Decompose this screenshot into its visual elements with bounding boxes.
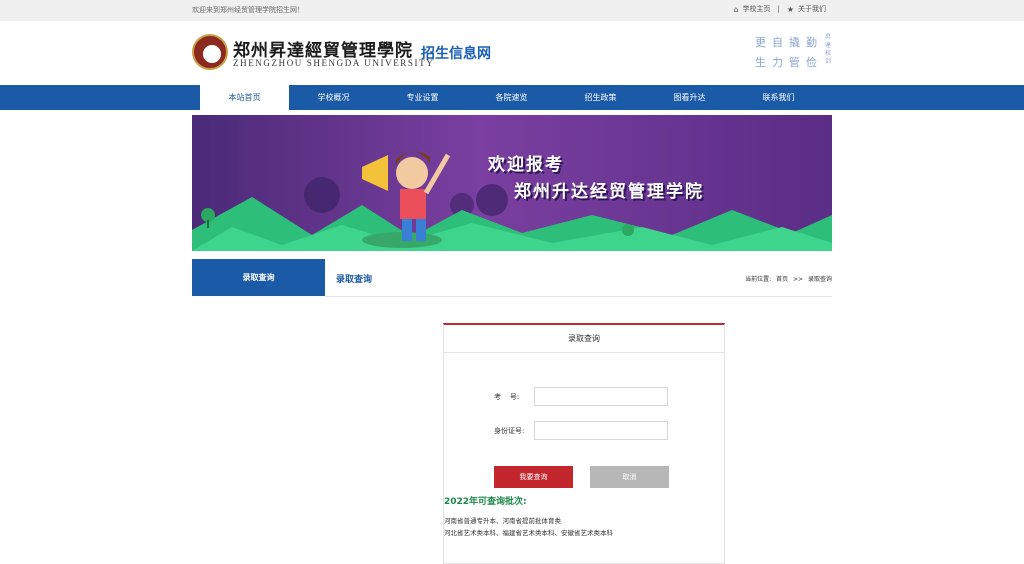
motto-line-1: 更自撬勤 [755, 36, 823, 49]
nav-item-gallery[interactable]: 图看升达 [645, 85, 734, 110]
cancel-button[interactable]: 取消 [590, 466, 669, 488]
star-icon: ★ [786, 4, 794, 14]
section-divider [325, 296, 832, 297]
header [0, 21, 1024, 85]
welcome-text: 欢迎来到郑州经贸管理学院招生网！ [192, 6, 304, 14]
nav-item-overview[interactable]: 学校概况 [289, 85, 378, 110]
main-nav: 本站首页 学校概况 专业设置 各院速览 招生政策 图看升达 联系我们 [0, 85, 1024, 110]
exam-number-label: 考 号: [494, 393, 520, 401]
admission-query-panel: 录取查询 考 号: 身份证号: 我要查询 取消 2022年可查询批次: 河南省普… [443, 323, 725, 564]
motto-line-2: 生力管俭 [755, 56, 823, 69]
breadcrumb: 当前位置: 首页 >> 录取查询 [742, 274, 832, 283]
about-us-link[interactable]: 关于我们 [798, 4, 826, 14]
motto-side-note: 昇達校训 [825, 34, 832, 65]
nav-item-policy[interactable]: 招生政策 [556, 85, 645, 110]
panel-title: 录取查询 [444, 325, 724, 353]
top-links: ⌂ 学校主页 | ★ 关于我们 [733, 4, 826, 14]
content-title: 录取查询 [336, 275, 373, 285]
breadcrumb-separator: >> [793, 276, 804, 283]
top-links-separator: | [777, 5, 780, 13]
side-menu-title: 录取查询 [192, 259, 325, 296]
banner-illustration [192, 151, 832, 251]
banner-line-2: 郑州升达经贸管理学院 [514, 182, 704, 202]
nav-item-home[interactable]: 本站首页 [200, 85, 289, 110]
breadcrumb-prefix: 当前位置: [745, 276, 772, 283]
query-button[interactable]: 我要查询 [494, 466, 573, 488]
query-batch-line: 河北省艺术类本科、福建省艺术类本科、安徽省艺术类本科 [444, 529, 613, 537]
query-batches-title: 2022年可查询批次: [444, 497, 527, 507]
breadcrumb-home-link[interactable]: 首页 [776, 276, 788, 283]
breadcrumb-current: 录取查询 [807, 276, 832, 283]
university-emblem-icon[interactable] [192, 34, 228, 70]
id-number-input[interactable] [534, 421, 668, 440]
nav-item-majors[interactable]: 专业设置 [378, 85, 467, 110]
nav-item-colleges[interactable]: 各院速览 [467, 85, 556, 110]
top-bar: 欢迎来到郑州经贸管理学院招生网！ ⌂ 学校主页 | ★ 关于我们 [0, 0, 1024, 21]
query-batch-line: 河南省普通专升本、河南省提前批体育类 [444, 517, 561, 525]
motto-calligraphy: 更自撬勤 生力管俭 昇達校训 [743, 34, 835, 74]
exam-number-input[interactable] [534, 387, 668, 406]
nav-item-contact[interactable]: 联系我们 [734, 85, 823, 110]
site-title: 招生信息网 [421, 46, 491, 62]
home-icon: ⌂ [733, 4, 739, 14]
welcome-banner: 欢迎报考 郑州升达经贸管理学院 [192, 115, 832, 251]
banner-line-1: 欢迎报考 [488, 155, 564, 175]
id-number-label: 身份证号: [494, 427, 525, 435]
logo-english-name[interactable]: ZHENGZHOU SHENGDA UNIVERSITY [233, 58, 434, 68]
school-home-link[interactable]: 学校主页 [742, 4, 770, 14]
